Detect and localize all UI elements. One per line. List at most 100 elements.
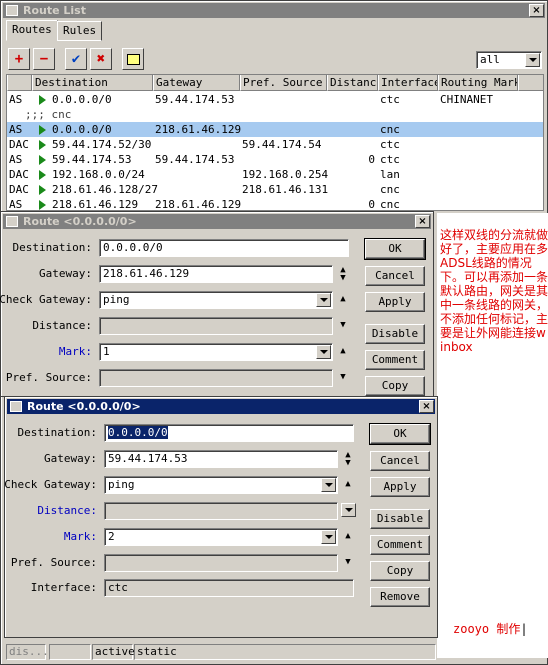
cell-interface: ctc [380, 153, 400, 166]
col-gateway[interactable]: Gateway [153, 75, 240, 91]
table-row[interactable]: DAC 192.168.0.0/24 192.168.0.254 lan [7, 167, 543, 182]
cancel-button[interactable]: Cancel [365, 266, 425, 286]
cell-destination: 192.168.0.0/24 [52, 168, 145, 181]
expand-icon[interactable]: ▼ [337, 321, 349, 337]
disable-button[interactable]: Disable [365, 324, 425, 344]
table-row[interactable]: AS 0.0.0.0/0 218.61.46.129 cnc [7, 122, 543, 137]
distance-label: Distance: [37, 504, 97, 517]
filter-select[interactable]: all [476, 51, 542, 69]
remove-button[interactable]: − [33, 48, 55, 70]
table-row[interactable]: AS 59.44.174.53 59.44.174.53 0 ctc [7, 152, 543, 167]
cell-destination: 0.0.0.0/0 [52, 123, 112, 136]
apply-button[interactable]: Apply [370, 477, 430, 497]
pref-source-input[interactable] [104, 554, 338, 572]
pref-source-label: Pref. Source: [10, 556, 97, 569]
gateway-input[interactable]: 59.44.174.53 [104, 450, 338, 468]
cell-distance [329, 122, 375, 137]
window-icon [6, 216, 18, 227]
cell-gateway: 59.44.174.53 [155, 153, 235, 166]
enable-button[interactable]: ✔ [65, 48, 87, 70]
cell-destination: 218.61.46.129 [52, 198, 139, 211]
col-destination[interactable]: Destination [32, 75, 153, 91]
close-button[interactable]: × [415, 215, 430, 228]
remove-button[interactable]: Remove [370, 587, 430, 607]
ok-button[interactable]: OK [364, 238, 426, 260]
routes-table[interactable]: Destination Gateway Pref. Source Distanc… [6, 74, 544, 211]
chevron-down-icon[interactable] [525, 53, 540, 67]
disable-button[interactable]: Disable [370, 509, 430, 529]
expand-icon[interactable]: ▼ [342, 558, 354, 574]
route-list-titlebar[interactable]: Route List × [3, 3, 545, 18]
close-button[interactable]: × [529, 4, 544, 17]
collapse-icon[interactable]: ▲ [342, 480, 354, 496]
distance-input[interactable] [104, 502, 338, 520]
chevron-down-icon[interactable] [341, 503, 356, 517]
chevron-down-icon[interactable] [316, 345, 331, 359]
route-list-title: Route List [23, 4, 86, 17]
chevron-down-icon[interactable] [321, 478, 336, 492]
col-distance[interactable]: Distance [327, 75, 378, 91]
table-row[interactable]: ;;; cnc [7, 107, 543, 122]
cell-interface: ctc [380, 93, 400, 106]
active-route-icon [39, 170, 46, 180]
close-button[interactable]: × [419, 400, 434, 413]
destination-input[interactable]: 0.0.0.0/0 [104, 424, 354, 442]
cell-distance [329, 107, 375, 122]
spin-icon[interactable]: ▲ ▼ [342, 451, 354, 468]
status-mid [49, 644, 91, 660]
cell-interface: cnc [380, 123, 400, 136]
cell-distance: 0 [368, 198, 375, 211]
gateway-input[interactable]: 218.61.46.129 [99, 265, 333, 283]
tab-routes[interactable]: Routes [6, 20, 58, 41]
table-row[interactable]: AS 0.0.0.0/0 59.44.174.53 ctc CHINANET [7, 92, 543, 107]
cell-flags: DAC [9, 168, 29, 181]
destination-input[interactable]: 0.0.0.0/0 [99, 239, 349, 257]
check-gateway-select[interactable]: ping [104, 476, 338, 494]
ok-button[interactable]: OK [369, 423, 431, 445]
cell-destination: ;;; cnc [25, 108, 72, 121]
copy-button[interactable]: Copy [370, 561, 430, 581]
col-interface[interactable]: Interface [378, 75, 438, 91]
status-static: static [134, 644, 436, 660]
cancel-button[interactable]: Cancel [370, 451, 430, 471]
chevron-down-icon[interactable] [316, 293, 331, 307]
col-extra [518, 75, 543, 91]
cell-distance [329, 167, 375, 182]
col-flags[interactable] [7, 75, 32, 91]
comment-button[interactable] [122, 48, 144, 70]
cell-flags: DAC [9, 183, 29, 196]
apply-button[interactable]: Apply [365, 292, 425, 312]
disable-button[interactable]: ✖ [90, 48, 112, 70]
pref-source-input[interactable] [99, 369, 333, 387]
table-row[interactable]: DAC 218.61.46.128/27 218.61.46.131 cnc [7, 182, 543, 197]
collapse-icon[interactable]: ▲ [342, 532, 354, 548]
col-routing-mark[interactable]: Routing Mark [438, 75, 518, 91]
route-window-2: Route <0.0.0.0/0> × Destination: 0.0.0.0… [4, 396, 438, 638]
distance-input[interactable] [99, 317, 333, 335]
comment-button[interactable]: Comment [365, 350, 425, 370]
destination-label: Destination: [12, 241, 92, 254]
expand-icon[interactable]: ▼ [337, 373, 349, 389]
cell-gateway: 59.44.174.53 [155, 93, 235, 106]
route2-titlebar[interactable]: Route <0.0.0.0/0> × [7, 399, 435, 414]
route1-titlebar[interactable]: Route <0.0.0.0/0> × [3, 214, 431, 229]
collapse-icon[interactable]: ▲ [337, 295, 349, 311]
table-row[interactable]: AS 218.61.46.129 218.61.46.129 0 cnc [7, 197, 543, 211]
comment-button[interactable]: Comment [370, 535, 430, 555]
spin-icon[interactable]: ▲ ▼ [337, 266, 349, 283]
col-pref-source[interactable]: Pref. Source [240, 75, 327, 91]
check-gateway-select[interactable]: ping [99, 291, 333, 309]
copy-button[interactable]: Copy [365, 376, 425, 396]
cell-pref-source: 59.44.174.54 [242, 138, 322, 151]
add-button[interactable]: + [8, 48, 30, 70]
tab-rules[interactable]: Rules [57, 21, 103, 41]
cell-distance [329, 137, 375, 152]
route1-title: Route <0.0.0.0/0> [23, 215, 137, 228]
active-route-icon [39, 125, 46, 135]
chevron-down-icon[interactable] [321, 530, 336, 544]
mark-select[interactable]: 1 [99, 343, 333, 361]
mark-select[interactable]: 2 [104, 528, 338, 546]
table-row[interactable]: DAC 59.44.174.52/30 59.44.174.54 ctc [7, 137, 543, 152]
collapse-icon[interactable]: ▲ [337, 347, 349, 363]
route2-title: Route <0.0.0.0/0> [27, 400, 141, 413]
